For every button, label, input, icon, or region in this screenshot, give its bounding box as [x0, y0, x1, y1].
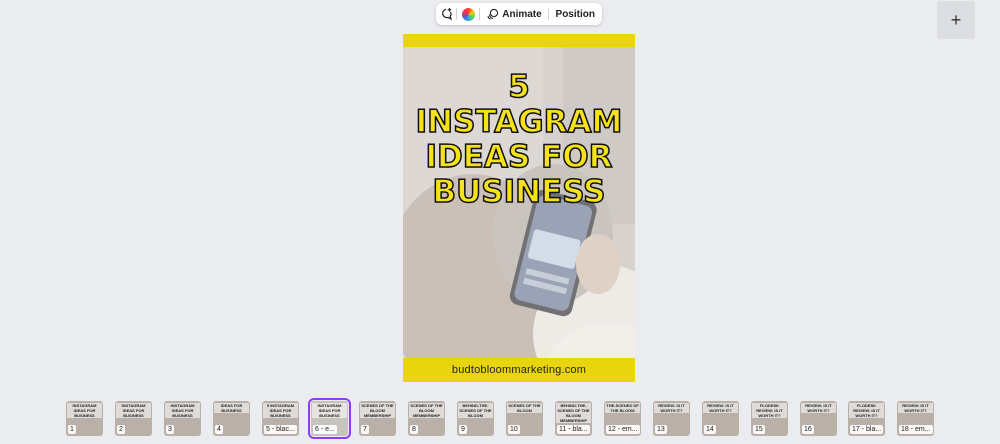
page-thumbnail[interactable]: BEHIND-THE-SCENES OF THE BLOOM 9: [457, 401, 494, 436]
thumbnail-preview-text: SCENES OF THE BLOOM MEMBERSHIP: [409, 403, 444, 418]
page-number-label: 10: [508, 425, 520, 434]
thumbnail-preview-text: INSTAGRAM IDEAS FOR BUSINESS: [67, 403, 102, 418]
page-thumbnail[interactable]: REVIEW: IS IT WORTH IT? 14: [702, 401, 739, 436]
page-number-label: 5 - blac...: [264, 425, 297, 434]
page-number-label: 13: [655, 425, 667, 434]
page-number-label: 7: [361, 425, 369, 434]
thumbnail-preview-text: SCENES OF THE BLOOM MEMBERSHIP: [360, 403, 395, 418]
color-button[interactable]: [457, 3, 479, 25]
page-thumbnail[interactable]: IDEAS FOR BUSINESS 4: [213, 401, 250, 436]
website-text[interactable]: budtobloommarketing.com: [452, 364, 586, 376]
page-number-label: 8: [410, 425, 418, 434]
headline-text[interactable]: 5 INSTAGRAM IDEAS FOR BUSINESS: [403, 69, 635, 211]
page-thumbnail[interactable]: SCENES OF THE BLOOM 10: [506, 401, 543, 436]
plus-icon: +: [950, 9, 962, 30]
thumbnail-preview-text: INSTAGRAM IDEAS FOR BUSINESS: [312, 403, 347, 418]
page-thumbnail[interactable]: 5 INSTAGRAM IDEAS FOR BUSINESS 5 - blac..…: [262, 401, 299, 436]
page-number-label: 12 - em...: [606, 425, 640, 434]
page-thumbnail[interactable]: REVIEW: IS IT WORTH IT? 13: [653, 401, 690, 436]
page-thumbnail[interactable]: REVIEW: IS IT WORTH IT? 18 - em...: [897, 401, 934, 436]
comment-add-icon: [442, 8, 453, 21]
page-thumbnail[interactable]: FLODESK REVIEW: IS IT WORTH IT? 15: [751, 401, 788, 436]
position-label: Position: [555, 8, 595, 20]
thumbnail-preview-text: REVIEW: IS IT WORTH IT?: [703, 403, 738, 413]
page-thumbnail[interactable]: INSTAGRAM IDEAS FOR BUSINESS 2: [115, 401, 152, 436]
thumbnail-preview-text: FLODESK REVIEW: IS IT WORTH IT?: [752, 403, 787, 418]
headline-line: BUSINESS: [432, 174, 607, 211]
top-accent-band: [403, 34, 635, 47]
thumbnail-preview-text: SCENES OF THE BLOOM: [507, 403, 542, 413]
thumbnail-preview-text: 5 INSTAGRAM IDEAS FOR BUSINESS: [263, 403, 298, 418]
page-thumbnail[interactable]: THE-SCENES OF THE BLOOM 12 - em...: [604, 401, 641, 436]
thumbnail-preview-text: INSTAGRAM IDEAS FOR BUSINESS: [116, 403, 151, 418]
page-number-label: 1: [68, 425, 76, 434]
page-number-label: 16: [802, 425, 814, 434]
page-thumbnail[interactable]: REVIEW: IS IT WORTH IT? 16: [800, 401, 837, 436]
thumbnail-preview-text: INSTAGRAM IDEAS FOR BUSINESS: [165, 403, 200, 418]
thumbnail-preview-text: THE-SCENES OF THE BLOOM: [605, 403, 640, 413]
headline-line: IDEAS FOR: [425, 139, 613, 176]
animate-button[interactable]: Animate: [480, 3, 547, 25]
page-number-label: 4: [215, 425, 223, 434]
headline-line: INSTAGRAM: [415, 104, 623, 141]
page-number-label: 18 - em...: [899, 425, 933, 434]
element-toolbar: Animate Position: [436, 3, 602, 25]
page-number-label: 11 - bla...: [557, 425, 590, 434]
thumbnail-preview-text: REVIEW: IS IT WORTH IT?: [654, 403, 689, 413]
page-thumbnail[interactable]: SCENES OF THE BLOOM MEMBERSHIP 8: [408, 401, 445, 436]
thumbnail-preview-text: BEHIND-THE-SCENES OF THE BLOOM: [458, 403, 493, 418]
page-thumbnail[interactable]: INSTAGRAM IDEAS FOR BUSINESS 6 - e...: [308, 398, 351, 439]
position-button[interactable]: Position: [549, 3, 602, 25]
page-thumbnail[interactable]: SCENES OF THE BLOOM MEMBERSHIP 7: [359, 401, 396, 436]
page-number-label: 14: [704, 425, 716, 434]
page-number-label: 9: [459, 425, 467, 434]
add-comment-button[interactable]: [436, 3, 456, 25]
animate-label: Animate: [502, 8, 542, 20]
page-thumbnail[interactable]: FLODESK REVIEW: IS IT WORTH IT? 17 - bla.…: [848, 401, 885, 436]
thumbnail-preview-text: REVIEW: IS IT WORTH IT?: [801, 403, 836, 413]
thumbnail-preview-text: IDEAS FOR BUSINESS: [214, 403, 249, 413]
thumbnail-preview-text: REVIEW: IS IT WORTH IT?: [898, 403, 933, 413]
page-thumbnail[interactable]: INSTAGRAM IDEAS FOR BUSINESS 3: [164, 401, 201, 436]
page-number-label: 15: [753, 425, 765, 434]
animate-icon: [487, 8, 499, 20]
bottom-accent-band: budtobloommarketing.com: [403, 358, 635, 382]
page-number-label: 3: [166, 425, 174, 434]
color-palette-icon: [461, 7, 475, 21]
page-thumbnail[interactable]: INSTAGRAM IDEAS FOR BUSINESS 1: [66, 401, 103, 436]
thumbnail-preview-text: FLODESK REVIEW: IS IT WORTH IT?: [849, 403, 884, 418]
design-page-canvas[interactable]: 5 INSTAGRAM IDEAS FOR BUSINESS budtobloo…: [403, 34, 635, 382]
page-number-label: 17 - bla...: [850, 425, 884, 434]
page-thumbnail-strip: INSTAGRAM IDEAS FOR BUSINESS 1 INSTAGRAM I…: [0, 398, 1000, 440]
page-number-label: 2: [117, 425, 125, 434]
headline-line: 5: [507, 69, 530, 106]
add-page-button[interactable]: +: [937, 1, 975, 39]
page-number-label: 6 - e...: [313, 425, 337, 434]
page-thumbnail[interactable]: BEHIND-THE-SCENES OF THE BLOOM MEMBERSHI…: [555, 401, 592, 436]
thumbnail-preview-text: BEHIND-THE-SCENES OF THE BLOOM MEMBERSHI…: [556, 403, 591, 423]
